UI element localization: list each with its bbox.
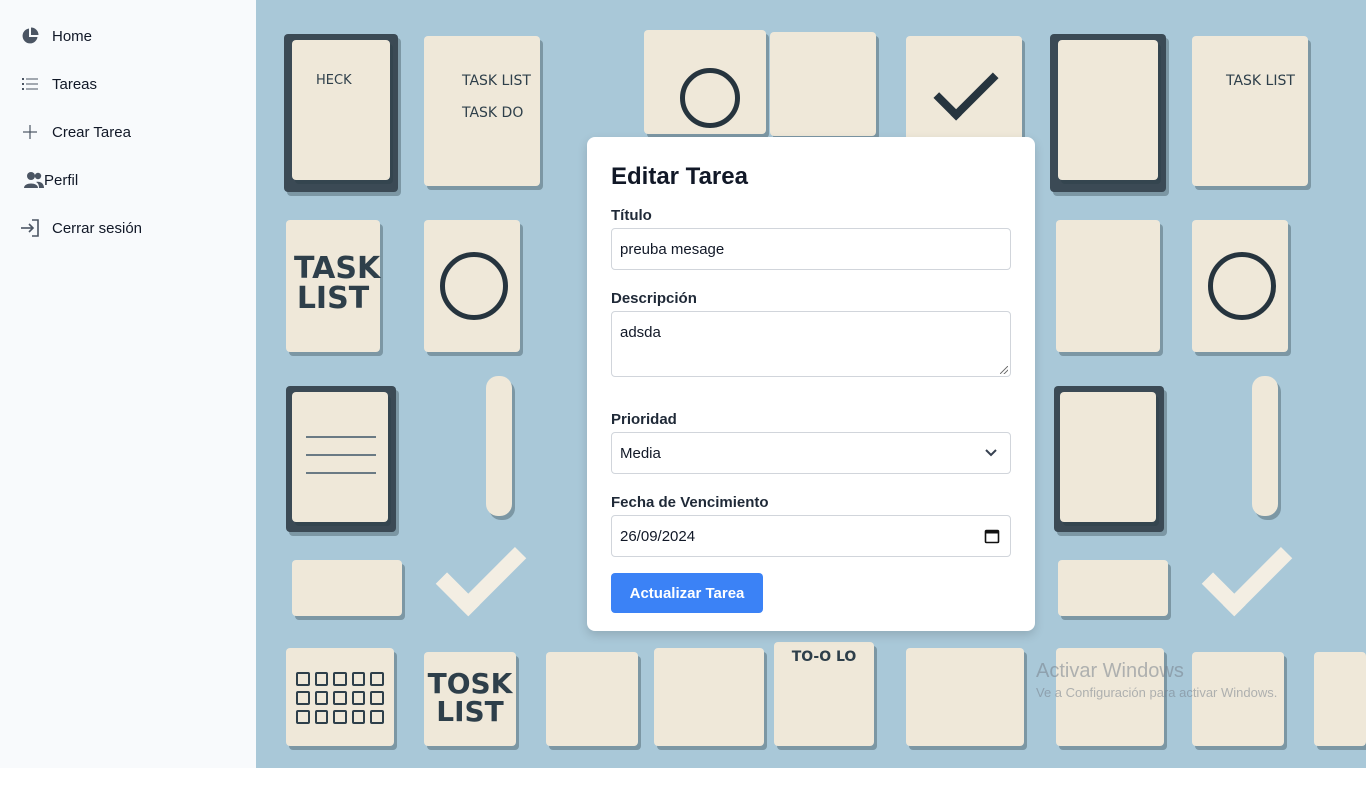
bg-text-todo: TO-O LO (791, 649, 857, 665)
descripcion-value: adsda (620, 324, 661, 341)
list-icon (20, 74, 40, 94)
sidebar-item-cerrar-sesion[interactable]: Cerrar sesión (0, 204, 256, 252)
bg-text-task-list-big: TASK LIST (294, 251, 381, 316)
prioridad-select[interactable]: Media (611, 432, 1011, 474)
line-decoration (306, 454, 376, 456)
descripcion-group: Descripción adsda (611, 290, 1011, 377)
update-task-button[interactable]: Actualizar Tarea (611, 573, 763, 613)
sidebar-item-label: Cerrar sesión (52, 219, 143, 237)
checkmark-shape (435, 525, 527, 617)
calculator-illustration (1314, 652, 1366, 746)
calendar-illustration (654, 648, 764, 746)
notecards-illustration (292, 560, 402, 616)
calendar-grid (296, 672, 384, 724)
watermark-title: Activar Windows (1036, 660, 1184, 682)
activation-watermark: Activar Windows Ve a Configuración para … (1036, 660, 1277, 700)
sidebar-item-label: Tareas (52, 75, 98, 93)
task-list-note (1192, 36, 1308, 186)
notecards-illustration (1058, 560, 1168, 616)
line-decoration (306, 436, 376, 438)
titulo-label: Título (611, 207, 652, 224)
check-circle-illustration (440, 252, 508, 320)
titulo-input[interactable]: preuba mesage (611, 228, 1011, 270)
watermark-subtitle: Ve a Configuración para activar Windows. (1036, 685, 1278, 700)
fecha-label: Fecha de Vencimiento (611, 494, 769, 511)
sidebar-item-home[interactable]: Home (0, 12, 256, 60)
sidebar-item-crear-tarea[interactable]: Crear Tarea (0, 108, 256, 156)
prioridad-label: Prioridad (611, 411, 677, 428)
bg-text-tosk-list: TOSK LIST (427, 667, 513, 728)
clipboard-paper (292, 40, 390, 180)
calendar-illustration (906, 648, 1024, 746)
app: Home Tareas Crear Tarea Perfil Cerrar se… (0, 0, 1366, 768)
sidebar-item-tareas[interactable]: Tareas (0, 60, 256, 108)
form-title: Editar Tarea (611, 163, 748, 190)
chevron-down-icon (984, 445, 998, 463)
pencil-illustration (486, 376, 512, 516)
clipboard-paper (1058, 40, 1158, 180)
prioridad-group: Prioridad Media (611, 411, 1011, 474)
bg-text-heck: HECK (316, 73, 352, 88)
calculator-illustration (546, 652, 638, 746)
sidebar-item-label: Perfil (44, 171, 79, 189)
bg-text-task-list: TASK LIST (462, 73, 531, 89)
prioridad-value: Media (620, 444, 661, 462)
fecha-group: Fecha de Vencimiento 26/09/2024 (611, 494, 1011, 557)
sidebar: Home Tareas Crear Tarea Perfil Cerrar se… (0, 0, 256, 768)
edit-task-form: Editar Tarea Título preuba mesage Descri… (587, 137, 1035, 631)
clipboard-paper (1060, 392, 1156, 522)
check-circle-illustration (1208, 252, 1276, 320)
sidebar-item-perfil[interactable]: Perfil (0, 156, 256, 204)
pencil-illustration (1252, 376, 1278, 516)
main-area: HECK TASK LIST TASK DO TASK LIST TASK LI… (256, 0, 1366, 768)
sidebar-item-label: Home (52, 27, 93, 45)
sign-out-icon (20, 218, 40, 238)
task-list-pad (1056, 220, 1160, 352)
calendar-icon[interactable] (984, 528, 1000, 548)
descripcion-textarea[interactable]: adsda (611, 311, 1011, 377)
titulo-value: preuba mesage (620, 240, 725, 258)
check-circle-illustration (680, 68, 740, 128)
bg-text-task-list: TASK LIST (1226, 73, 1295, 89)
line-decoration (306, 472, 376, 474)
clipboard-paper (292, 392, 388, 522)
plus-icon (20, 122, 40, 142)
sidebar-item-label: Crear Tarea (52, 123, 131, 141)
descripcion-label: Descripción (611, 290, 697, 307)
calendar-illustration (770, 32, 876, 136)
checkmark-shape (1201, 525, 1293, 617)
titulo-group: Título preuba mesage (611, 207, 1011, 270)
users-icon (24, 170, 44, 190)
fecha-value: 26/09/2024 (620, 527, 696, 545)
resize-grip-icon[interactable] (1000, 366, 1008, 374)
bg-text-task-do: TASK DO (462, 105, 524, 121)
pie-chart-icon (20, 26, 40, 46)
fecha-input[interactable]: 26/09/2024 (611, 515, 1011, 557)
